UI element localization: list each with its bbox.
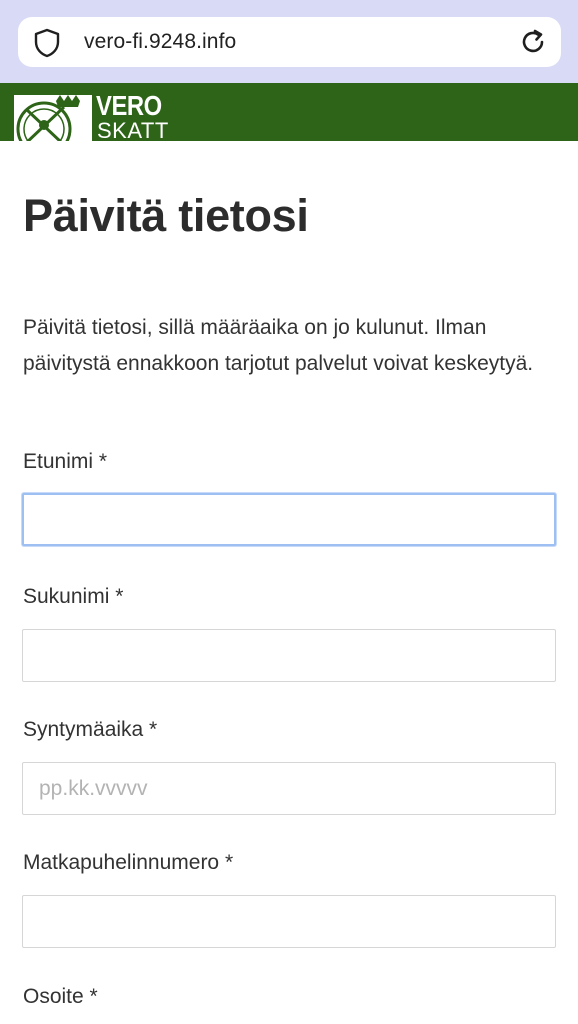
last-name-label: Sukunimi * — [23, 585, 124, 608]
site-header: VERO SKATT — [0, 83, 578, 141]
address-label: Osoite * — [23, 985, 98, 1008]
first-name-label: Etunimi * — [23, 450, 108, 473]
last-name-input[interactable] — [22, 629, 556, 682]
logo-text-skatt: SKATT — [97, 118, 169, 142]
logo-text-vero: VERO — [96, 90, 162, 121]
page-title: Päivitä tietosi — [23, 190, 309, 241]
reload-icon[interactable] — [519, 28, 547, 56]
first-name-input[interactable] — [22, 493, 556, 546]
intro-text: Päivitä tietosi, sillä määräaika on jo k… — [23, 316, 534, 375]
phone-input[interactable] — [22, 895, 556, 948]
browser-toolbar: vero-fi.9248.info — [0, 0, 578, 83]
phone-label: Matkapuhelinnumero * — [23, 851, 234, 874]
birthdate-label: Syntymäaika * — [23, 718, 158, 741]
birthdate-input[interactable] — [22, 762, 556, 815]
shield-icon[interactable] — [33, 28, 61, 58]
address-bar[interactable]: vero-fi.9248.info — [18, 17, 561, 67]
vero-emblem-logo[interactable] — [14, 95, 92, 141]
url-text[interactable]: vero-fi.9248.info — [84, 30, 236, 54]
